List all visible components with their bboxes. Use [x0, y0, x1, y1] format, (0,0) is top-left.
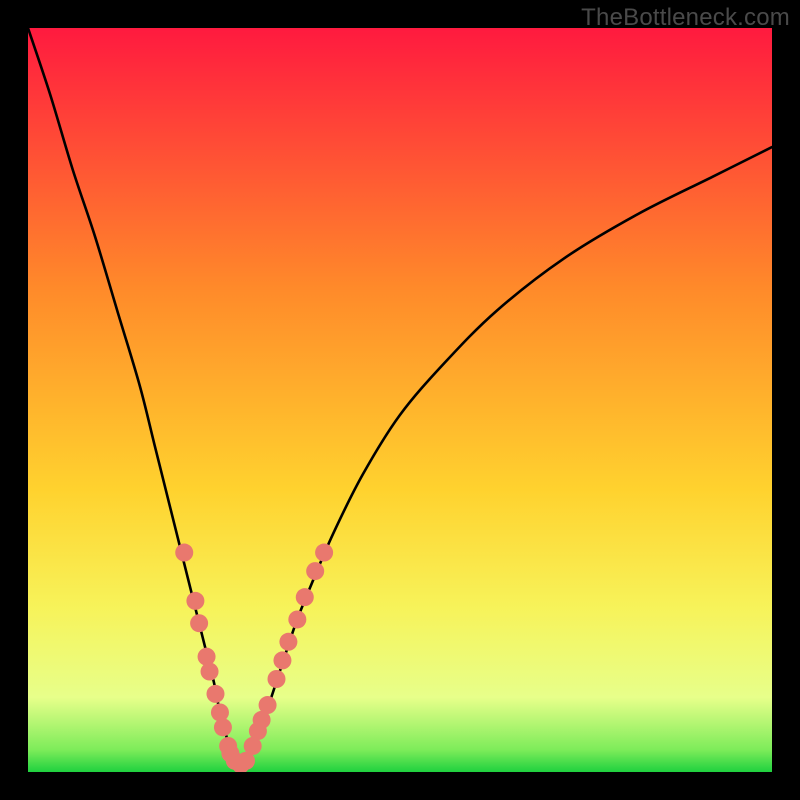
scatter-dot: [201, 663, 219, 681]
scatter-dot: [190, 614, 208, 632]
scatter-dot: [273, 651, 291, 669]
scatter-dot: [296, 588, 314, 606]
scatter-dot: [268, 670, 286, 688]
scatter-dot: [315, 544, 333, 562]
scatter-dot: [211, 703, 229, 721]
chart-background: [28, 28, 772, 772]
watermark-text: TheBottleneck.com: [581, 4, 790, 32]
scatter-dot: [214, 718, 232, 736]
scatter-dot: [259, 696, 277, 714]
scatter-dot: [279, 633, 297, 651]
scatter-dot: [306, 562, 324, 580]
scatter-dot: [206, 685, 224, 703]
chart-plot: [28, 28, 772, 772]
scatter-dot: [288, 610, 306, 628]
scatter-dot: [186, 592, 204, 610]
scatter-dot: [175, 544, 193, 562]
scatter-dot: [198, 648, 216, 666]
